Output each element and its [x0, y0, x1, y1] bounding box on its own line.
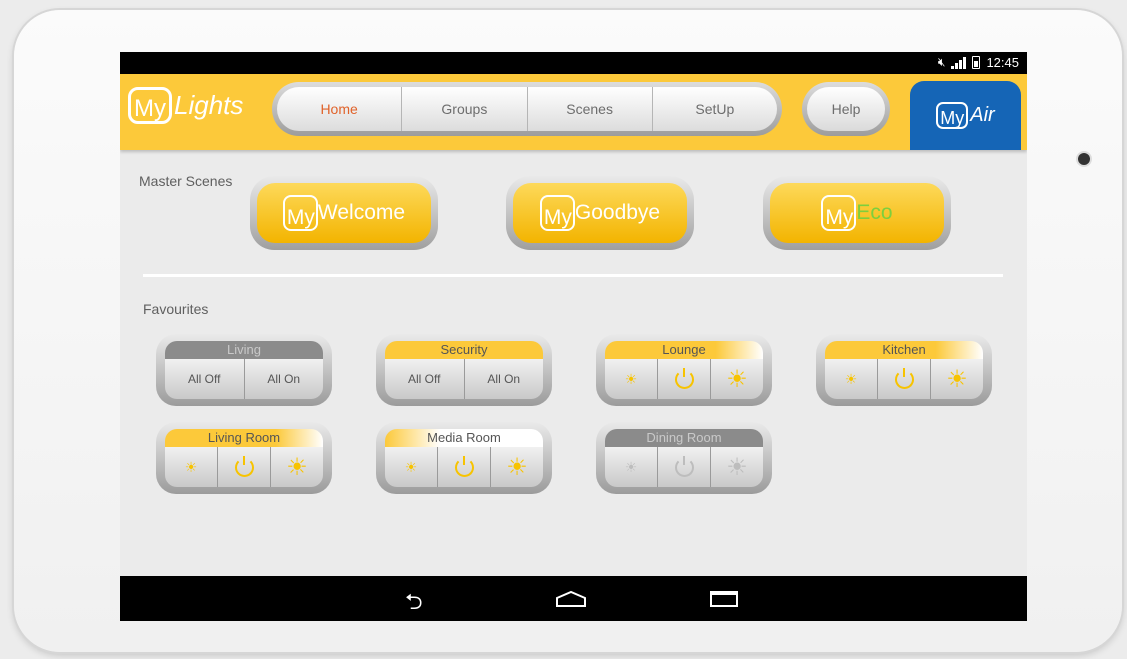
home-icon[interactable]	[555, 590, 587, 608]
favourite-title: Security	[385, 341, 543, 359]
sun-large-icon: ☀	[946, 365, 968, 393]
main-nav: Home Groups Scenes SetUp	[272, 82, 782, 136]
power-button[interactable]	[877, 359, 930, 399]
favourite-living-room: Living Room ☀ ☀	[156, 422, 332, 494]
mylights-logo: My Lights	[128, 85, 243, 125]
myair-button[interactable]: My Air	[910, 81, 1021, 150]
favourites-label: Favourites	[143, 301, 209, 317]
all-on-button[interactable]: All On	[243, 359, 324, 399]
favourite-title: Lounge	[605, 341, 763, 359]
sun-small-icon: ☀	[404, 458, 418, 475]
power-button[interactable]	[657, 447, 710, 487]
app-header: My Lights Home Groups Scenes SetUp Help …	[120, 74, 1027, 150]
help-button[interactable]: Help	[802, 82, 890, 136]
power-button[interactable]	[217, 447, 270, 487]
sun-small-icon: ☀	[184, 458, 198, 475]
power-button[interactable]	[657, 359, 710, 399]
dim-down-button[interactable]: ☀	[605, 447, 657, 487]
myair-brand: Air	[970, 104, 995, 126]
favourite-title: Dining Room	[605, 429, 763, 447]
camera-icon	[1078, 153, 1090, 165]
dim-up-button[interactable]: ☀	[270, 447, 323, 487]
power-button[interactable]	[437, 447, 490, 487]
scene-name: Eco	[856, 201, 893, 224]
dim-down-button[interactable]: ☀	[605, 359, 657, 399]
mywelcome-button[interactable]: My Welcome	[250, 176, 438, 250]
scene-my: My	[539, 195, 575, 231]
favourite-title: Media Room	[385, 429, 543, 447]
tab-scenes[interactable]: Scenes	[526, 87, 652, 131]
sun-large-icon: ☀	[506, 453, 528, 481]
dim-down-button[interactable]: ☀	[165, 447, 217, 487]
android-nav-bar: ⮌	[120, 576, 1027, 621]
tab-groups[interactable]: Groups	[401, 87, 526, 131]
sun-large-icon: ☀	[726, 365, 748, 393]
myair-my: My	[936, 102, 969, 129]
all-on-button[interactable]: All On	[463, 359, 544, 399]
dim-up-button[interactable]: ☀	[710, 359, 763, 399]
mygoodbye-button[interactable]: My Goodbye	[506, 176, 694, 250]
favourite-title: Living Room	[165, 429, 323, 447]
scene-my: My	[282, 195, 318, 231]
favourite-media-room: Media Room ☀ ☀	[376, 422, 552, 494]
clock: 12:45	[986, 55, 1019, 70]
dim-down-button[interactable]: ☀	[385, 447, 437, 487]
logo-my: My	[128, 86, 172, 124]
sun-small-icon: ☀	[844, 370, 858, 387]
power-icon	[674, 367, 694, 389]
master-scenes-label: Master Scenes	[139, 173, 233, 189]
power-icon	[454, 455, 474, 477]
favourite-security: Security All Off All On	[376, 334, 552, 406]
signal-icon	[951, 56, 967, 69]
power-icon	[894, 367, 914, 389]
favourite-title: Kitchen	[825, 341, 983, 359]
dim-up-button[interactable]: ☀	[930, 359, 983, 399]
favourite-kitchen: Kitchen ☀ ☀	[816, 334, 992, 406]
tab-home[interactable]: Home	[277, 87, 401, 131]
all-off-button[interactable]: All Off	[385, 359, 464, 399]
power-icon	[234, 455, 254, 477]
status-bar: 🔇︎ 12:45	[120, 52, 1027, 74]
scene-my: My	[821, 195, 857, 231]
scene-name: Welcome	[317, 201, 406, 224]
screen: 🔇︎ 12:45 My Lights Home Groups Scenes Se…	[120, 52, 1027, 621]
favourite-dining-room: Dining Room ☀ ☀	[596, 422, 772, 494]
sun-large-icon: ☀	[726, 453, 748, 481]
power-icon	[674, 455, 694, 477]
dim-down-button[interactable]: ☀	[825, 359, 877, 399]
dim-up-button[interactable]: ☀	[710, 447, 763, 487]
scene-name: Goodbye	[574, 201, 661, 224]
mute-icon: 🔇︎	[937, 55, 946, 69]
back-icon[interactable]: ⮌	[405, 585, 423, 621]
favourite-title: Living	[165, 341, 323, 359]
help-label: Help	[807, 87, 885, 131]
recents-icon[interactable]	[710, 591, 738, 607]
section-divider	[143, 274, 1003, 277]
myeco-button[interactable]: My Eco	[763, 176, 951, 250]
favourite-lounge: Lounge ☀ ☀	[596, 334, 772, 406]
logo-brand: Lights	[174, 89, 244, 120]
tab-setup[interactable]: SetUp	[651, 87, 777, 131]
favourite-living: Living All Off All On	[156, 334, 332, 406]
sun-small-icon: ☀	[624, 370, 638, 387]
battery-icon	[972, 56, 981, 69]
sun-large-icon: ☀	[286, 453, 308, 481]
all-off-button[interactable]: All Off	[165, 359, 244, 399]
dim-up-button[interactable]: ☀	[490, 447, 543, 487]
sun-small-icon: ☀	[624, 458, 638, 475]
